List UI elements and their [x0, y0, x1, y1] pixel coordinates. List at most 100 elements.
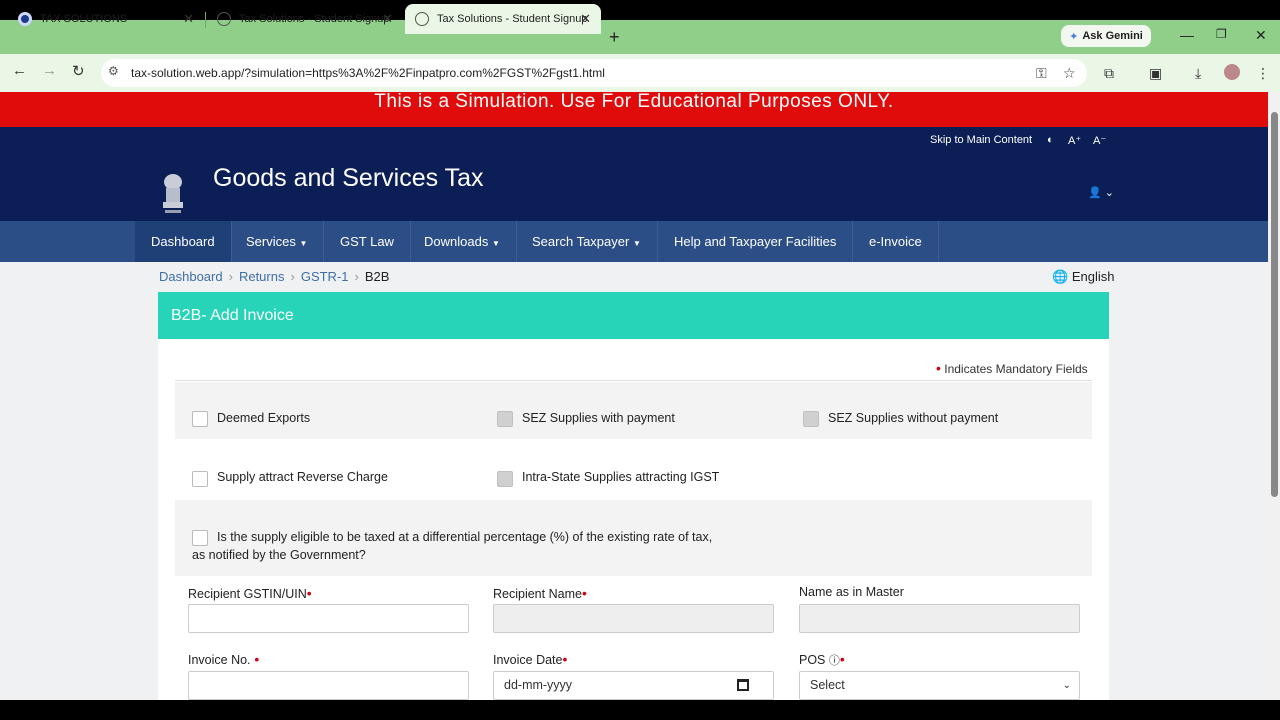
nav-einvoice[interactable]: e-Invoice: [853, 221, 939, 262]
pos-label-text: POS: [799, 653, 826, 667]
tab-title: Tax Solutions - Student Signup: [239, 13, 390, 25]
breadcrumb-returns[interactable]: Returns: [239, 269, 285, 284]
font-increase-button[interactable]: A⁺: [1068, 134, 1081, 147]
required-dot-icon: •: [936, 360, 941, 376]
caret-down-icon: ▼: [632, 239, 641, 248]
site-settings-icon[interactable]: ⚙: [108, 64, 119, 78]
new-tab-plus-icon[interactable]: +: [609, 27, 620, 48]
menu-kebab-icon[interactable]: ⋮: [1256, 65, 1270, 82]
gemini-label: Ask Gemini: [1082, 30, 1143, 42]
pos-selected-value: Select: [810, 678, 845, 692]
recipient-name-input: [493, 604, 774, 633]
contrast-icon[interactable]: ◐: [1047, 134, 1054, 146]
extensions-icon[interactable]: ⧉: [1104, 65, 1114, 82]
deemed-exports-checkbox[interactable]: [192, 411, 208, 427]
minimize-icon[interactable]: —: [1180, 27, 1194, 43]
sez-without-payment-label: SEZ Supplies without payment: [828, 411, 999, 425]
invoice-date-placeholder: dd-mm-yyyy: [504, 678, 573, 692]
nav-downloads[interactable]: Downloads ▼: [408, 221, 517, 262]
invoice-date-input[interactable]: dd-mm-yyyy: [493, 671, 774, 700]
recipient-name-label: Recipient Name•: [493, 585, 587, 601]
breadcrumb-separator: ›: [354, 269, 359, 284]
nav-gst-law[interactable]: GST Law: [324, 221, 411, 262]
browser-tab-2[interactable]: Tax Solutions - Student Signup ✕: [207, 4, 403, 34]
required-dot-icon: •: [250, 651, 260, 667]
language-selector[interactable]: 🌐 English: [1052, 269, 1114, 285]
browser-tab-1[interactable]: TAX SOLUTIONS ✕: [8, 4, 204, 34]
tab-separator: [205, 12, 206, 28]
required-dot-icon: •: [562, 651, 568, 667]
required-dot-icon: •: [306, 585, 312, 601]
window-close-icon[interactable]: ✕: [1255, 27, 1267, 44]
restore-icon[interactable]: ❐: [1216, 27, 1227, 41]
calendar-icon[interactable]: [737, 679, 749, 691]
tab-title: Tax Solutions - Student Signup: [437, 13, 588, 25]
nav-dashboard[interactable]: Dashboard: [135, 221, 232, 262]
invoice-date-label: Invoice Date•: [493, 651, 567, 667]
ask-gemini-button[interactable]: ✦ Ask Gemini: [1061, 25, 1151, 47]
globe-icon: [217, 12, 231, 26]
differential-rate-checkbox[interactable]: [192, 530, 208, 546]
caret-down-icon: ▼: [299, 239, 308, 248]
nav-label: Downloads: [424, 234, 489, 249]
nav-search-taxpayer[interactable]: Search Taxpayer ▼: [516, 221, 658, 262]
reverse-charge-checkbox[interactable]: [192, 471, 208, 487]
key-icon[interactable]: ⚿: [1036, 65, 1047, 82]
divider: [175, 380, 1092, 381]
back-arrow-icon[interactable]: ←: [12, 62, 27, 79]
breadcrumb-gstr1[interactable]: GSTR-1: [301, 269, 349, 284]
download-icon[interactable]: ⤓: [1195, 65, 1201, 82]
required-dot-icon: •: [581, 585, 587, 601]
required-dot-icon: •: [839, 651, 845, 667]
reload-icon[interactable]: ↻: [72, 62, 85, 80]
url-text[interactable]: tax-solution.web.app/?simulation=https%3…: [131, 66, 605, 80]
master-name-input: [799, 604, 1080, 633]
sez-with-payment-checkbox[interactable]: [497, 411, 513, 427]
invoice-no-label: Invoice No. •: [188, 651, 259, 667]
info-icon[interactable]: ⓘ: [829, 655, 840, 667]
browser-tab-3-active[interactable]: Tax Solutions - Student Signup ✕: [405, 4, 601, 34]
mandatory-note-text: Indicates Mandatory Fields: [944, 362, 1088, 376]
breadcrumb: Dashboard › Returns › GSTR-1 › B2B: [159, 269, 389, 284]
font-decrease-button[interactable]: A⁻: [1093, 134, 1106, 147]
gemini-star-icon: ✦: [1069, 30, 1079, 43]
user-menu-icon[interactable]: 👤 ⌄: [1088, 186, 1114, 199]
close-icon[interactable]: ✕: [382, 11, 393, 27]
tax-solutions-favicon-icon: [18, 12, 32, 26]
close-icon[interactable]: ✕: [183, 11, 194, 27]
globe-icon: 🌐: [1052, 269, 1069, 284]
close-icon[interactable]: ✕: [580, 11, 591, 27]
intra-state-igst-checkbox[interactable]: [497, 471, 513, 487]
caret-down-icon: ▼: [491, 239, 500, 248]
differential-rate-label-line2: as notified by the Government?: [192, 548, 366, 562]
forward-arrow-icon[interactable]: →: [42, 62, 57, 79]
sez-with-payment-label: SEZ Supplies with payment: [522, 411, 675, 425]
globe-icon: [415, 12, 429, 26]
language-label: English: [1071, 269, 1115, 284]
invoice-date-label-text: Invoice Date: [493, 653, 563, 667]
nav-help[interactable]: Help and Taxpayer Facilities: [658, 221, 854, 262]
tab-title: TAX SOLUTIONS: [40, 13, 128, 25]
profile-avatar[interactable]: [1224, 64, 1240, 80]
media-icon[interactable]: ▣: [1149, 65, 1162, 82]
bookmark-star-icon[interactable]: ☆: [1063, 65, 1076, 82]
breadcrumb-separator: ›: [228, 269, 233, 284]
site-title: Goods and Services Tax: [213, 164, 484, 192]
skip-to-main-link[interactable]: Skip to Main Content: [930, 134, 1032, 146]
national-emblem-icon: [163, 174, 183, 213]
sez-without-payment-checkbox[interactable]: [803, 411, 819, 427]
simulation-banner: This is a Simulation. Use For Educationa…: [0, 92, 1268, 127]
breadcrumb-dashboard[interactable]: Dashboard: [159, 269, 223, 284]
invoice-no-input[interactable]: [188, 671, 469, 700]
pos-select[interactable]: Select ⌄: [799, 671, 1080, 700]
gstin-label-text: Recipient GSTIN/UIN: [188, 587, 307, 601]
breadcrumb-separator: ›: [290, 269, 295, 284]
scrollbar-thumb[interactable]: [1271, 112, 1278, 497]
nav-services[interactable]: Services ▼: [230, 221, 325, 262]
screen-bottom-edge: [0, 700, 1280, 720]
web-page: This is a Simulation. Use For Educationa…: [0, 92, 1268, 700]
gstin-input[interactable]: [188, 604, 469, 633]
intra-state-igst-label: Intra-State Supplies attracting IGST: [522, 470, 720, 484]
nav-label: Services: [246, 234, 296, 249]
differential-rate-label-line1: Is the supply eligible to be taxed at a …: [217, 530, 713, 544]
